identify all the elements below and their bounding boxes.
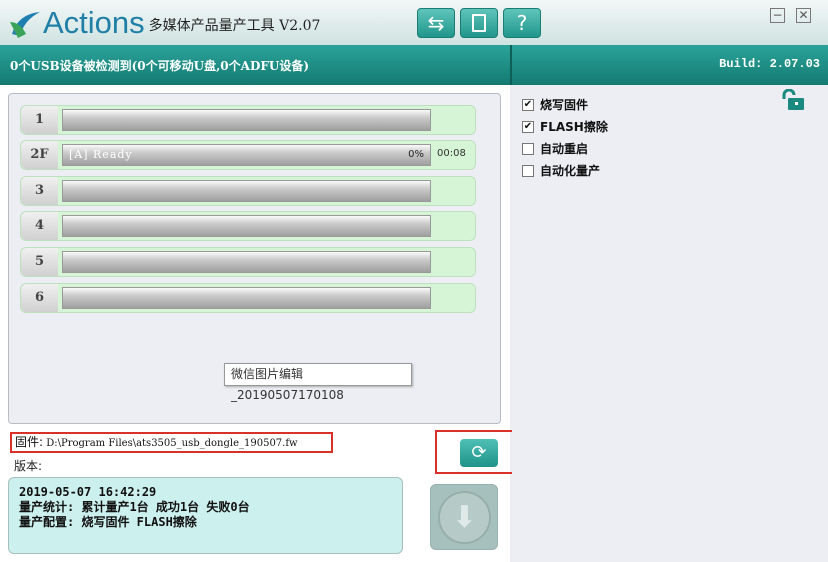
checkbox[interactable] (522, 142, 534, 155)
actions-logo-icon (8, 8, 42, 40)
option-checkbox[interactable]: 自动化量产 (522, 162, 600, 179)
refresh-button[interactable]: ⟳ (460, 439, 498, 467)
firmware-label: 固件: (15, 435, 44, 449)
firmware-path-value: D:\Program Files\ats3505_usb_dongle_1905… (46, 438, 298, 449)
slot-row: 2F [A] Ready 0% 00:08 (20, 140, 476, 170)
slot-status: [A] Ready (69, 148, 133, 161)
slot-number: 3 (21, 177, 58, 205)
app-title: 多媒体产品量产工具 V2.07 (148, 18, 321, 34)
divider (510, 45, 512, 85)
option-label: 自动重启 (540, 142, 589, 156)
slot-number: 5 (21, 248, 58, 276)
usb-button[interactable]: ⇆ (417, 8, 455, 38)
logo-text: Actions (43, 5, 145, 40)
option-label: 自动化量产 (540, 164, 601, 178)
checkbox[interactable] (522, 164, 534, 177)
slot-percent: 0% (408, 149, 424, 160)
refresh-icon: ⟳ (471, 442, 487, 463)
option-checkbox[interactable]: ✔ 烧写固件 (522, 96, 588, 113)
close-button[interactable]: ✕ (796, 8, 811, 23)
slot-progress-bar (62, 109, 431, 131)
slot-progress-bar: [A] Ready 0% (62, 144, 431, 166)
slot-number: 6 (21, 284, 58, 312)
slot-number: 1 (21, 106, 58, 134)
download-arrow-icon: ⬇ (438, 491, 491, 544)
slot-row: 1 (20, 105, 476, 135)
checkbox[interactable]: ✔ (522, 120, 534, 133)
checkbox[interactable]: ✔ (522, 98, 534, 111)
option-checkbox[interactable]: ✔ FLASH擦除 (522, 118, 608, 135)
version-label: 版本: (14, 459, 43, 473)
slot-row: 6 (20, 283, 476, 313)
status-bar: 0个USB设备被检测到(0个可移动U盘,0个ADFU设备) Build: 2.0… (0, 45, 828, 85)
unlock-icon[interactable] (781, 88, 805, 111)
log-line: 量产统计: 累计量产1台 成功1台 失败0台 (19, 500, 250, 514)
slot-row: 5 (20, 247, 476, 277)
device-count-text: 0个USB设备被检测到(0个可移动U盘,0个ADFU设备) (10, 59, 310, 73)
app-logo: Actions 多媒体产品量产工具 V2.07 (8, 4, 320, 40)
open-file-button[interactable] (460, 8, 498, 38)
option-label: FLASH擦除 (540, 120, 608, 134)
file-icon (472, 14, 486, 32)
start-download-button[interactable]: ⬇ (430, 484, 498, 550)
log-line: 量产配置: 烧写固件 FLASH擦除 (19, 515, 197, 529)
slot-row: 3 (20, 176, 476, 206)
slot-number: 2F (21, 141, 58, 169)
slot-progress-bar (62, 287, 431, 309)
usb-icon: ⇆ (427, 11, 445, 35)
option-checkbox[interactable]: 自动重启 (522, 140, 588, 157)
firmware-path: 固件: D:\Program Files\ats3505_usb_dongle_… (10, 432, 333, 453)
log-line: 2019-05-07 16:42:29 (19, 485, 157, 499)
help-icon: ? (516, 11, 528, 35)
slot-time: 00:08 (437, 148, 466, 159)
build-version: Build: 2.07.03 (719, 57, 820, 71)
minimize-button[interactable]: − (770, 8, 785, 23)
log-box: 2019-05-07 16:42:29 量产统计: 累计量产1台 成功1台 失败… (8, 477, 403, 554)
slot-number: 4 (21, 212, 58, 240)
slot-row: 4 (20, 211, 476, 241)
slot-progress-bar (62, 251, 431, 273)
option-label: 烧写固件 (540, 98, 589, 112)
help-button[interactable]: ? (503, 8, 541, 38)
tooltip: 微信图片编辑_20190507170108 (224, 363, 412, 402)
slot-progress-bar (62, 180, 431, 202)
slot-progress-bar (62, 215, 431, 237)
